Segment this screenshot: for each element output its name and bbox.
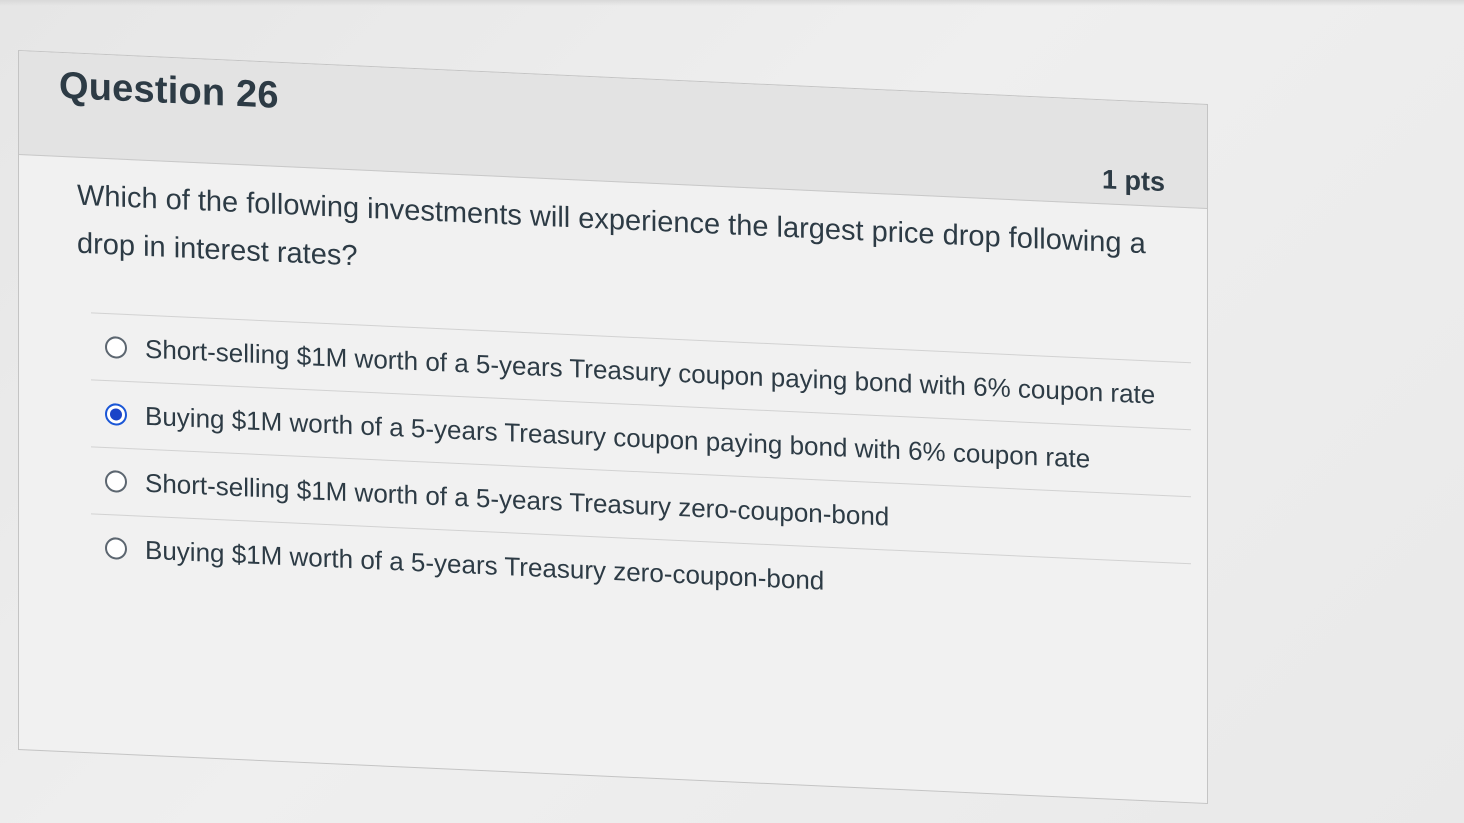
radio-unchecked-icon[interactable]	[105, 335, 127, 359]
question-points: 1 pts	[1101, 164, 1165, 198]
answer-label: Buying $1M worth of a 5-years Treasury z…	[145, 534, 825, 596]
radio-dot-icon	[110, 408, 122, 421]
question-title: Question 26	[59, 64, 279, 117]
answer-list: Short-selling $1M worth of a 5-years Tre…	[91, 312, 1191, 630]
question-card: Question 26 1 pts Which of the following…	[18, 50, 1208, 805]
screen-edge	[0, 0, 1464, 6]
radio-unchecked-icon[interactable]	[105, 536, 127, 560]
radio-unchecked-icon[interactable]	[105, 469, 127, 493]
radio-checked-icon[interactable]	[105, 402, 127, 426]
